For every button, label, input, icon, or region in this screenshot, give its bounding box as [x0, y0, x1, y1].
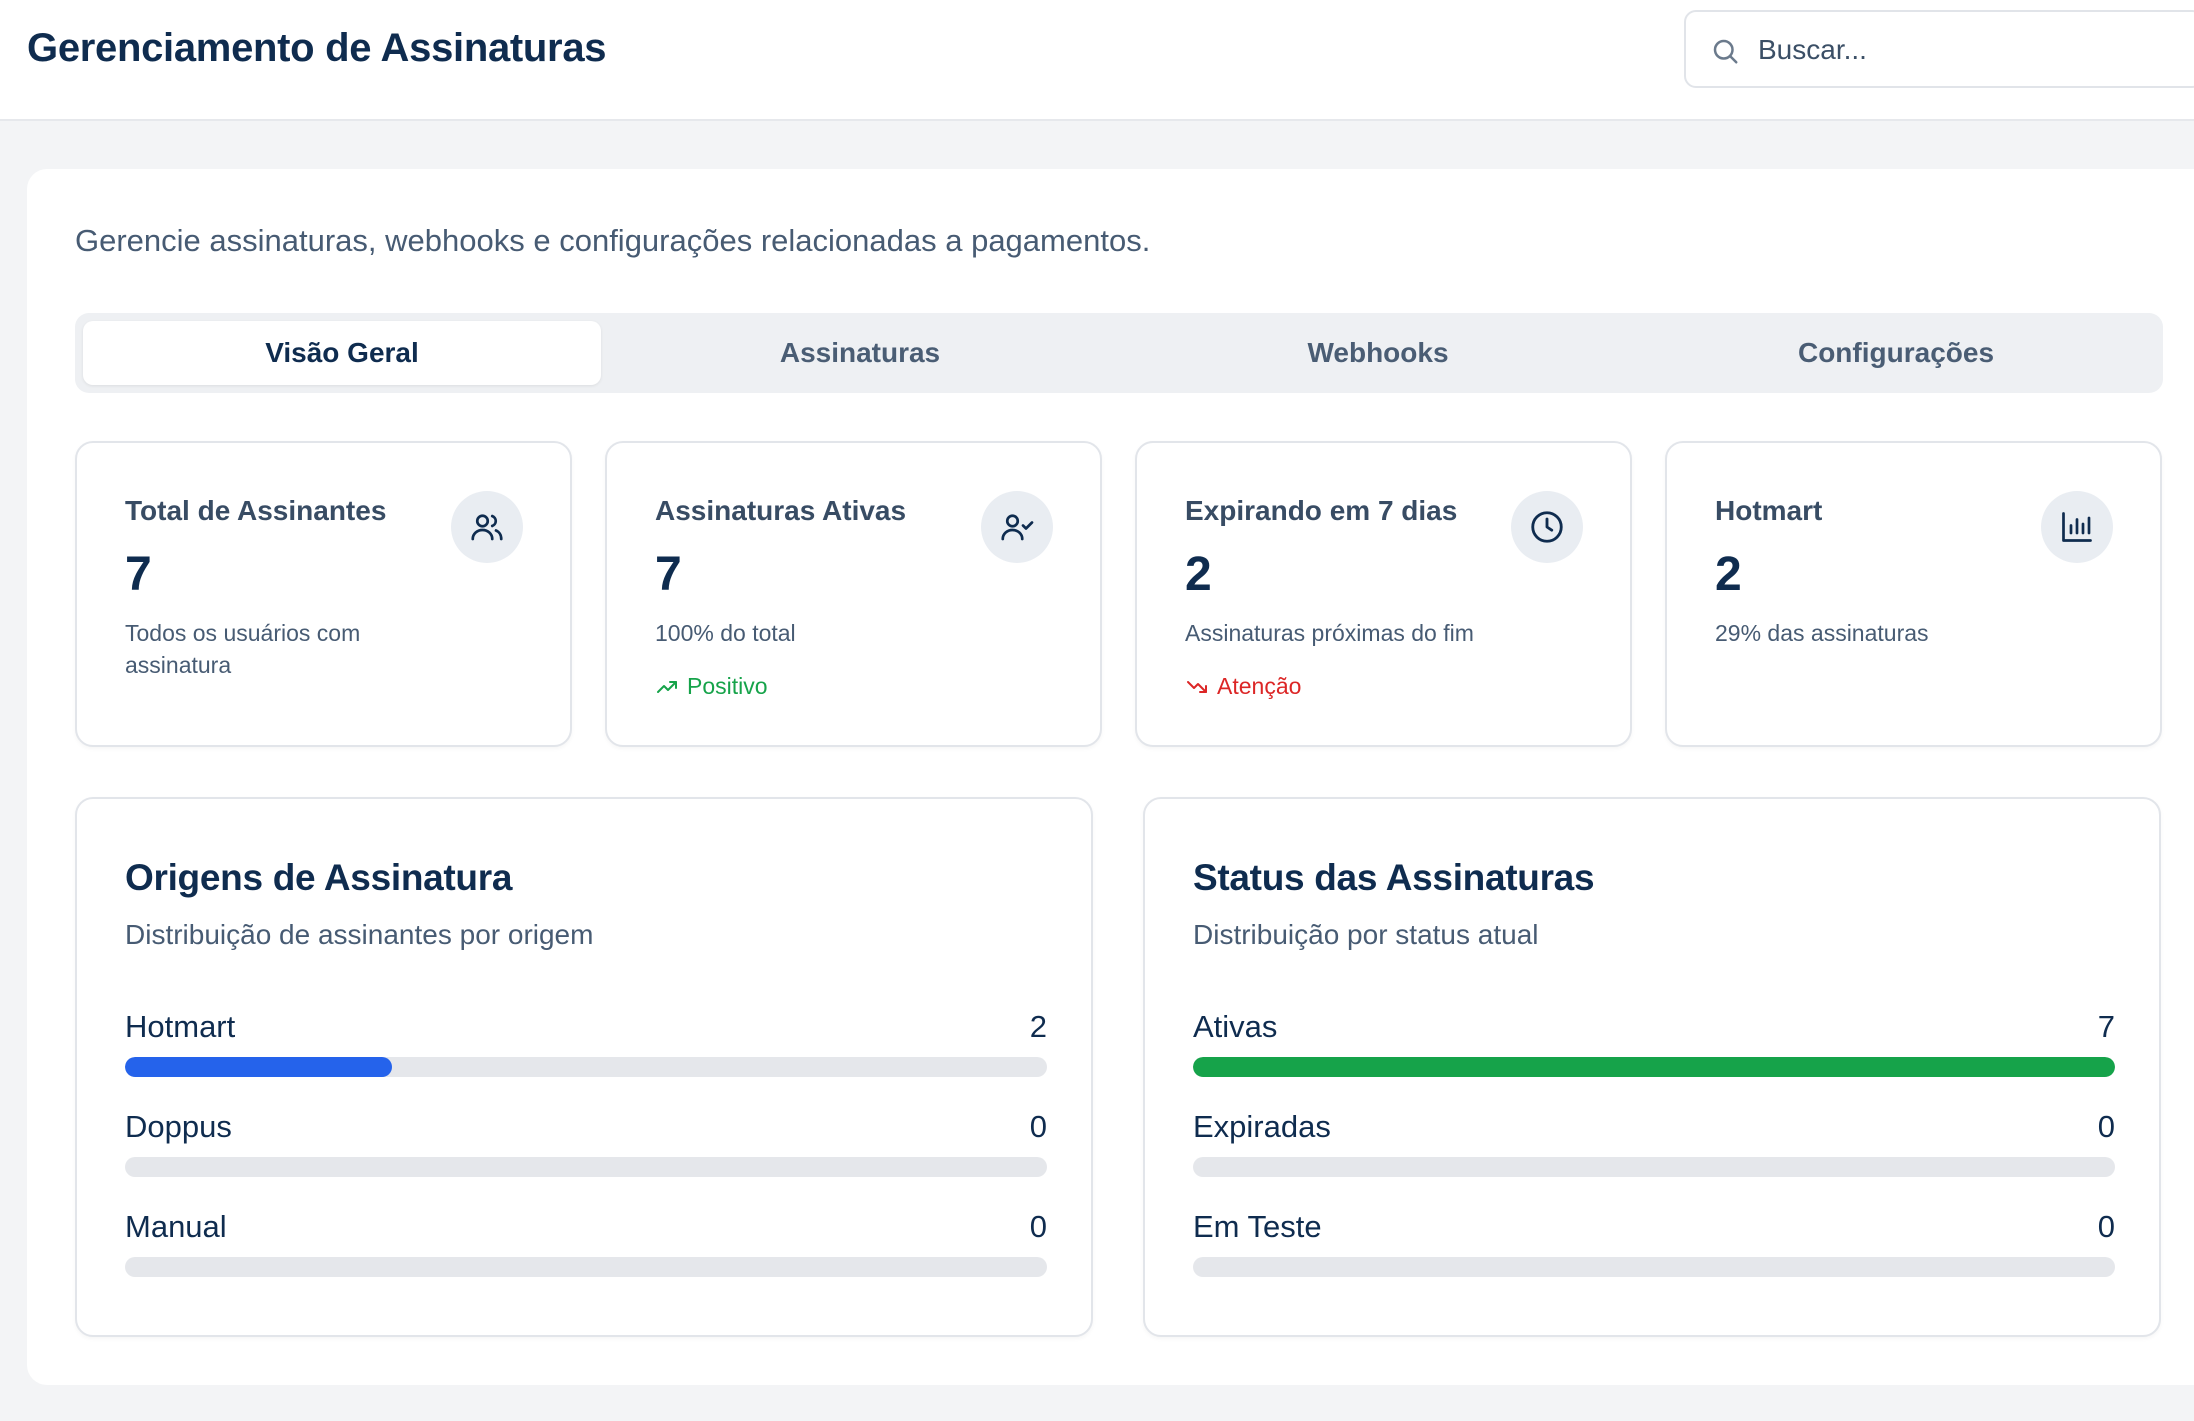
trend-indicator: Atenção: [1185, 673, 1301, 700]
search-input[interactable]: [1758, 26, 2178, 74]
stat-value: 7: [125, 548, 152, 601]
progress-track: [1193, 1257, 2115, 1277]
tab-webhooks[interactable]: Webhooks: [1119, 321, 1637, 385]
stat-description: Assinaturas próximas do fim: [1185, 620, 1474, 646]
row-value: 0: [2097, 1209, 2115, 1244]
page-subtitle: Gerencie assinaturas, webhooks e configu…: [75, 223, 1151, 258]
row-value: 0: [2097, 1109, 2115, 1144]
panel-subtitle: Distribuição de assinantes por origem: [125, 919, 594, 950]
status-row-ativas: Ativas 7: [1193, 1009, 2115, 1079]
row-label: Manual: [125, 1209, 227, 1244]
progress-track: [1193, 1157, 2115, 1177]
stat-card-hotmart: Hotmart 2 29% das assinaturas: [1665, 441, 2162, 747]
status-panel: Status das Assinaturas Distribuição por …: [1143, 797, 2161, 1337]
panel-title: Status das Assinaturas: [1193, 857, 1595, 898]
progress-track: [125, 1257, 1047, 1277]
row-value: 0: [1029, 1109, 1047, 1144]
search-box[interactable]: [1684, 10, 2194, 88]
trend-label: Atenção: [1217, 673, 1302, 699]
stat-value: 2: [1715, 548, 1742, 601]
stat-value: 2: [1185, 548, 1212, 601]
tab-configuracoes[interactable]: Configurações: [1637, 321, 2155, 385]
row-label: Hotmart: [125, 1009, 236, 1044]
row-value: 0: [1029, 1209, 1047, 1244]
user-check-icon: [981, 491, 1053, 563]
clock-icon: [1511, 491, 1583, 563]
bar-chart-icon: [2041, 491, 2113, 563]
stat-card-expirando: Expirando em 7 dias 2 Assinaturas próxim…: [1135, 441, 1632, 747]
stat-card-total-assinantes: Total de Assinantes 7 Todos os usuários …: [75, 441, 572, 747]
origin-row-manual: Manual 0: [125, 1209, 1047, 1279]
row-value: 2: [1029, 1009, 1047, 1044]
stat-title: Hotmart: [1715, 495, 1823, 526]
main-content-card: Gerencie assinaturas, webhooks e configu…: [27, 169, 2194, 1385]
trend-label: Positivo: [687, 673, 768, 699]
stat-description: 100% do total: [655, 620, 796, 646]
progress-track: [125, 1057, 1047, 1077]
stat-description: 29% das assinaturas: [1715, 620, 1929, 646]
progress-track: [125, 1157, 1047, 1177]
tab-assinaturas[interactable]: Assinaturas: [601, 321, 1119, 385]
stat-title: Assinaturas Ativas: [655, 495, 907, 526]
progress-fill: [1193, 1057, 2115, 1077]
tab-visao-geral[interactable]: Visão Geral: [83, 321, 601, 385]
row-label: Doppus: [125, 1109, 232, 1144]
top-bar: Gerenciamento de Assinaturas: [0, 0, 2194, 121]
users-icon: [451, 491, 523, 563]
stat-title: Total de Assinantes: [125, 495, 387, 526]
trending-down-icon: [1187, 680, 1207, 693]
row-label: Em Teste: [1193, 1209, 1322, 1244]
progress-track: [1193, 1057, 2115, 1077]
panel-title: Origens de Assinatura: [125, 857, 513, 898]
row-label: Ativas: [1193, 1009, 1278, 1044]
origin-row-hotmart: Hotmart 2: [125, 1009, 1047, 1079]
stat-description: Todos os usuários com assinatura: [125, 620, 361, 678]
panel-subtitle: Distribuição por status atual: [1193, 919, 1539, 950]
search-icon: [1713, 39, 1738, 64]
progress-fill: [125, 1057, 393, 1077]
stat-card-assinaturas-ativas: Assinaturas Ativas 7 100% do total Posit…: [605, 441, 1102, 747]
trending-up-icon: [657, 680, 677, 693]
row-value: 7: [2097, 1009, 2115, 1044]
origin-row-doppus: Doppus 0: [125, 1109, 1047, 1179]
status-row-expiradas: Expiradas 0: [1193, 1109, 2115, 1179]
stat-title: Expirando em 7 dias: [1185, 495, 1458, 526]
tab-bar: Visão Geral Assinaturas Webhooks Configu…: [75, 313, 2163, 393]
app-title: Gerenciamento de Assinaturas: [27, 26, 607, 70]
origins-panel: Origens de Assinatura Distribuição de as…: [75, 797, 1093, 1337]
stat-value: 7: [655, 548, 682, 601]
row-label: Expiradas: [1193, 1109, 1331, 1144]
trend-indicator: Positivo: [655, 673, 768, 700]
status-row-em-teste: Em Teste 0: [1193, 1209, 2115, 1279]
